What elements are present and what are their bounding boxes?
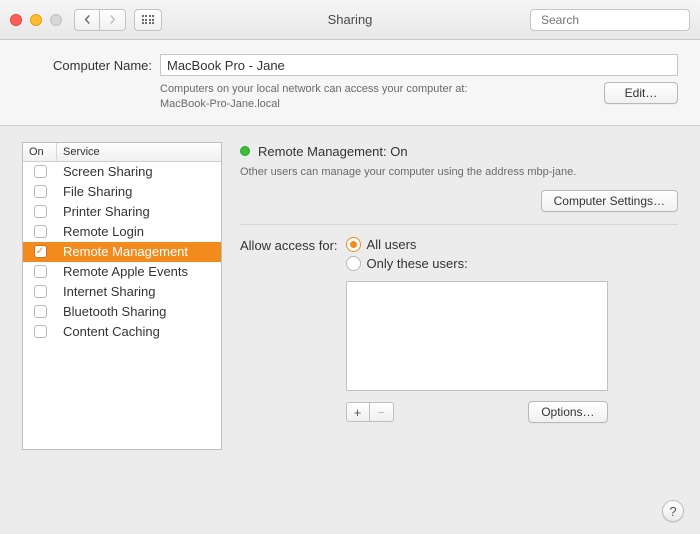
service-list-header: On Service xyxy=(23,143,221,162)
header-service[interactable]: Service xyxy=(57,143,221,161)
service-row[interactable]: Bluetooth Sharing xyxy=(23,302,221,322)
search-input[interactable] xyxy=(541,13,696,27)
service-row[interactable]: ✓ Remote Management xyxy=(23,242,221,262)
separator xyxy=(240,224,678,225)
edit-button[interactable]: Edit… xyxy=(604,82,678,104)
radio-icon xyxy=(346,237,361,252)
nav-buttons xyxy=(74,9,126,31)
forward-button[interactable] xyxy=(100,9,126,31)
user-list[interactable] xyxy=(346,281,608,391)
search-field[interactable] xyxy=(530,9,690,31)
service-row[interactable]: Remote Login xyxy=(23,222,221,242)
service-row[interactable]: Printer Sharing xyxy=(23,202,221,222)
show-all-button[interactable] xyxy=(134,9,162,31)
service-list: On Service Screen Sharing File Sharing Pri… xyxy=(22,142,222,450)
window-titlebar: Sharing xyxy=(0,0,700,40)
add-user-button[interactable]: + xyxy=(346,402,370,422)
traffic-lights xyxy=(10,14,62,26)
zoom-icon xyxy=(50,14,62,26)
service-list-body: Screen Sharing File Sharing Printer Sharin… xyxy=(23,162,221,449)
service-checkbox[interactable] xyxy=(34,185,47,198)
service-detail: Remote Management: On Other users can ma… xyxy=(240,142,678,450)
service-checkbox[interactable] xyxy=(34,165,47,178)
radio-only-users[interactable]: Only these users: xyxy=(346,256,608,271)
service-label: Content Caching xyxy=(57,324,221,339)
computer-settings-button[interactable]: Computer Settings… xyxy=(541,190,678,212)
service-label: Remote Apple Events xyxy=(57,264,221,279)
service-label: Screen Sharing xyxy=(57,164,221,179)
service-label: Internet Sharing xyxy=(57,284,221,299)
minimize-icon[interactable] xyxy=(30,14,42,26)
service-label: Printer Sharing xyxy=(57,204,221,219)
service-label: Bluetooth Sharing xyxy=(57,304,221,319)
service-row[interactable]: File Sharing xyxy=(23,182,221,202)
close-icon[interactable] xyxy=(10,14,22,26)
chevron-right-icon xyxy=(108,15,117,24)
header-on[interactable]: On xyxy=(23,143,57,161)
service-label: Remote Login xyxy=(57,224,221,239)
radio-icon xyxy=(346,256,361,271)
radio-only-users-label: Only these users: xyxy=(367,256,468,271)
status-dot-icon xyxy=(240,146,250,156)
service-row[interactable]: Remote Apple Events xyxy=(23,262,221,282)
main-area: On Service Screen Sharing File Sharing Pri… xyxy=(0,126,700,466)
service-row[interactable]: Internet Sharing xyxy=(23,282,221,302)
remove-user-button: − xyxy=(370,402,394,422)
status-title: Remote Management: On xyxy=(258,144,408,159)
help-button[interactable]: ? xyxy=(662,500,684,522)
service-checkbox[interactable] xyxy=(34,265,47,278)
service-row[interactable]: Content Caching xyxy=(23,322,221,342)
service-checkbox[interactable] xyxy=(34,225,47,238)
service-checkbox[interactable] xyxy=(34,325,47,338)
computer-name-section: Computer Name: Computers on your local n… xyxy=(0,40,700,126)
access-label: Allow access for: xyxy=(240,237,338,253)
radio-all-users-label: All users xyxy=(367,237,417,252)
add-remove-group: + − xyxy=(346,402,394,422)
service-checkbox[interactable]: ✓ xyxy=(34,245,47,258)
computer-name-input[interactable] xyxy=(160,54,678,76)
service-checkbox[interactable] xyxy=(34,285,47,298)
status-description: Other users can manage your computer usi… xyxy=(240,165,678,180)
service-label: Remote Management xyxy=(57,244,221,259)
options-button[interactable]: Options… xyxy=(528,401,607,423)
chevron-left-icon xyxy=(83,15,92,24)
back-button[interactable] xyxy=(74,9,100,31)
computer-name-label: Computer Name: xyxy=(22,58,152,73)
service-row[interactable]: Screen Sharing xyxy=(23,162,221,182)
radio-all-users[interactable]: All users xyxy=(346,237,608,252)
computer-name-subtext: Computers on your local network can acce… xyxy=(160,82,596,113)
service-label: File Sharing xyxy=(57,184,221,199)
service-checkbox[interactable] xyxy=(34,205,47,218)
grid-icon xyxy=(142,15,155,24)
service-checkbox[interactable] xyxy=(34,305,47,318)
